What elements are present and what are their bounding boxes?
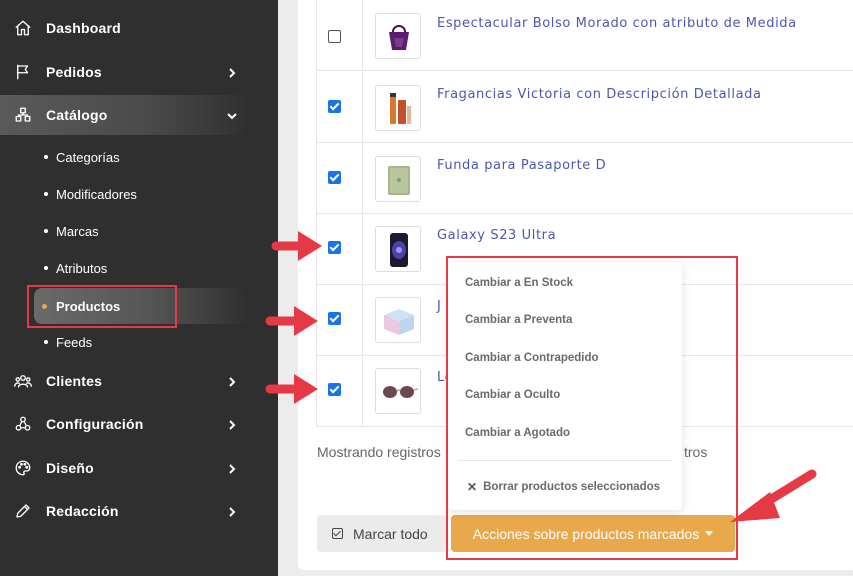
table-row[interactable]: Funda para Pasaporte D bbox=[316, 143, 853, 214]
sidebar: Dashboard Pedidos Catálogo Categorías Mo… bbox=[0, 0, 278, 576]
sidebar-subitem-atributos[interactable]: Atributos bbox=[44, 257, 107, 279]
sidebar-subitem-label: Atributos bbox=[56, 260, 108, 276]
annotation-arrow-icon bbox=[271, 231, 322, 261]
product-thumbnail-bag bbox=[375, 13, 421, 59]
sidebar-item-label: Diseño bbox=[46, 460, 94, 476]
highlight-box-productos bbox=[27, 285, 177, 328]
sidebar-subitem-modificadores[interactable]: Modificadores bbox=[44, 183, 137, 205]
sidebar-item-label: Pedidos bbox=[46, 64, 102, 80]
row-checkbox[interactable] bbox=[328, 171, 341, 184]
product-thumbnail-box bbox=[375, 297, 421, 343]
mark-all-button[interactable]: Marcar todo bbox=[317, 515, 447, 552]
sidebar-item-label: Clientes bbox=[46, 373, 103, 389]
sidebar-item-redaccion[interactable]: Redacción bbox=[0, 491, 250, 531]
sidebar-item-catalogo[interactable]: Catálogo bbox=[0, 95, 250, 135]
product-thumbnail-perfume bbox=[375, 85, 421, 131]
product-name-link[interactable]: Espectacular Bolso Morado con atributo d… bbox=[437, 16, 797, 31]
sidebar-subitem-marcas[interactable]: Marcas bbox=[44, 220, 99, 242]
chevron-right-icon bbox=[226, 462, 238, 474]
bullet-icon bbox=[44, 192, 48, 196]
annotation-arrow-icon bbox=[265, 374, 318, 404]
mark-all-label: Marcar todo bbox=[353, 525, 428, 542]
product-name-link[interactable]: Funda para Pasaporte D bbox=[437, 158, 606, 173]
sidebar-subitem-label: Modificadores bbox=[56, 186, 137, 202]
bullet-icon bbox=[44, 340, 48, 344]
annotation-arrow-icon bbox=[730, 469, 817, 522]
product-name-link[interactable]: J bbox=[437, 299, 441, 314]
row-checkbox[interactable] bbox=[328, 383, 341, 396]
chevron-right-icon bbox=[226, 418, 238, 430]
product-thumbnail-passport bbox=[375, 156, 421, 202]
sidebar-item-label: Configuración bbox=[46, 416, 144, 432]
row-checkbox[interactable] bbox=[328, 312, 341, 325]
sidebar-item-configuracion[interactable]: Configuración bbox=[0, 404, 250, 444]
flag-icon bbox=[14, 63, 32, 81]
pen-icon bbox=[14, 502, 32, 520]
sidebar-subitem-label: Feeds bbox=[56, 334, 93, 350]
check-square-icon bbox=[332, 528, 343, 539]
sidebar-item-clientes[interactable]: Clientes bbox=[0, 361, 250, 401]
sidebar-item-diseno[interactable]: Diseño bbox=[0, 448, 250, 488]
chevron-right-icon bbox=[226, 505, 238, 517]
palette-icon bbox=[14, 459, 32, 477]
sidebar-subitem-label: Categorías bbox=[56, 149, 120, 165]
sidebar-item-label: Redacción bbox=[46, 503, 119, 519]
chevron-right-icon bbox=[226, 375, 238, 387]
sidebar-item-label: Catálogo bbox=[46, 107, 108, 123]
bullet-icon bbox=[44, 266, 48, 270]
sidebar-item-pedidos[interactable]: Pedidos bbox=[0, 52, 250, 92]
sidebar-item-dashboard[interactable]: Dashboard bbox=[0, 8, 250, 48]
annotation-arrow-icon bbox=[265, 306, 318, 336]
product-thumbnail-phone bbox=[375, 226, 421, 272]
row-checkbox[interactable] bbox=[328, 30, 341, 43]
users-icon bbox=[14, 372, 32, 390]
sidebar-subitem-categorias[interactable]: Categorías bbox=[44, 146, 120, 168]
row-checkbox[interactable] bbox=[328, 100, 341, 113]
pagination-info: Mostrando registros bbox=[317, 444, 441, 460]
chevron-right-icon bbox=[226, 66, 238, 78]
product-name-link[interactable]: Fragancias Victoria con Descripción Deta… bbox=[437, 87, 762, 102]
sidebar-subitem-feeds[interactable]: Feeds bbox=[44, 331, 92, 353]
table-row[interactable]: Fragancias Victoria con Descripción Deta… bbox=[316, 72, 853, 143]
chevron-down-icon bbox=[226, 109, 238, 121]
config-icon bbox=[14, 415, 32, 433]
catalog-icon bbox=[14, 106, 32, 124]
home-icon bbox=[14, 19, 32, 37]
sidebar-item-label: Dashboard bbox=[46, 20, 121, 36]
table-row[interactable]: Espectacular Bolso Morado con atributo d… bbox=[316, 0, 853, 71]
bullet-icon bbox=[44, 229, 48, 233]
highlight-box-menu bbox=[446, 256, 738, 560]
product-thumbnail-glasses bbox=[375, 368, 421, 414]
product-name-link[interactable]: Galaxy S23 Ultra bbox=[437, 228, 556, 243]
bullet-icon bbox=[44, 155, 48, 159]
sidebar-subitem-label: Marcas bbox=[56, 223, 99, 239]
